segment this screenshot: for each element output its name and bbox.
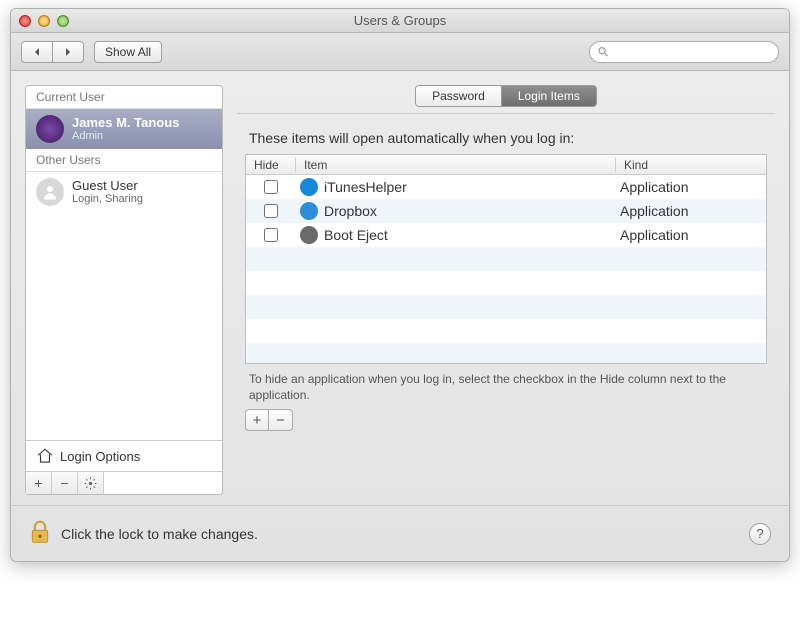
login-items-table: Hide Item Kind iTunesHelperApplicationDr… xyxy=(245,154,767,364)
app-icon xyxy=(300,226,318,244)
lock-button[interactable] xyxy=(29,520,51,547)
lock-icon xyxy=(29,520,51,544)
table-row[interactable]: Dropbox Application xyxy=(246,199,766,223)
nav-buttons xyxy=(21,41,84,63)
add-user-button[interactable]: + xyxy=(26,472,52,494)
app-icon xyxy=(300,202,318,220)
tab-login-items[interactable]: Login Items xyxy=(502,86,596,106)
other-users-header: Other Users xyxy=(26,149,222,172)
home-icon xyxy=(36,447,54,465)
login-options-label: Login Options xyxy=(60,449,140,464)
users-sidebar: Current User James M. Tanous Admin Other… xyxy=(25,85,223,495)
table-row xyxy=(246,271,766,295)
table-row xyxy=(246,247,766,271)
table-row xyxy=(246,343,766,364)
login-options-button[interactable]: Login Options xyxy=(26,440,222,471)
gear-icon xyxy=(84,477,97,490)
col-hide[interactable]: Hide xyxy=(246,158,296,172)
titlebar: Users & Groups xyxy=(11,9,789,33)
search-input[interactable] xyxy=(614,45,770,59)
table-body: iTunesHelper Application Dropbox Applicatio… xyxy=(246,175,766,364)
user-role: Login, Sharing xyxy=(72,193,143,205)
footer: Click the lock to make changes. ? xyxy=(11,505,789,561)
user-role: Admin xyxy=(72,130,179,142)
item-kind: Application xyxy=(616,179,766,195)
hide-checkbox[interactable] xyxy=(264,180,278,194)
preferences-window: Users & Groups Show All Current User xyxy=(10,8,790,562)
show-all-button[interactable]: Show All xyxy=(94,41,162,63)
window-title: Users & Groups xyxy=(11,13,789,28)
table-row xyxy=(246,295,766,319)
search-field[interactable] xyxy=(589,41,779,63)
remove-login-item-button[interactable]: − xyxy=(269,409,293,431)
forward-button[interactable] xyxy=(53,41,84,63)
remove-user-button[interactable]: − xyxy=(52,472,78,494)
login-items-intro: These items will open automatically when… xyxy=(245,130,767,146)
user-name: James M. Tanous xyxy=(72,116,179,130)
current-user-header: Current User xyxy=(26,86,222,109)
main-panel: Password Login Items These items will op… xyxy=(237,85,775,495)
app-icon xyxy=(300,178,318,196)
back-button[interactable] xyxy=(21,41,53,63)
lock-message: Click the lock to make changes. xyxy=(61,526,739,542)
user-action-menu-button[interactable] xyxy=(78,472,104,494)
item-name: Dropbox xyxy=(324,203,377,219)
help-button[interactable]: ? xyxy=(749,523,771,545)
item-name: Boot Eject xyxy=(324,227,388,243)
sidebar-user-guest[interactable]: Guest User Login, Sharing xyxy=(26,172,222,212)
toolbar: Show All xyxy=(11,33,789,71)
item-name: iTunesHelper xyxy=(324,179,407,195)
table-row xyxy=(246,319,766,343)
guest-avatar-icon xyxy=(36,178,64,206)
col-item[interactable]: Item xyxy=(296,158,616,172)
item-kind: Application xyxy=(616,227,766,243)
user-avatar-icon xyxy=(36,115,64,143)
login-item-actions: + − xyxy=(245,409,767,431)
content-area: Current User James M. Tanous Admin Other… xyxy=(11,71,789,505)
sidebar-actions: + − xyxy=(26,471,222,494)
table-header: Hide Item Kind xyxy=(246,155,766,175)
item-kind: Application xyxy=(616,203,766,219)
hide-checkbox[interactable] xyxy=(264,228,278,242)
chevron-left-icon xyxy=(32,47,42,57)
tab-password[interactable]: Password xyxy=(416,86,502,106)
sidebar-user-current[interactable]: James M. Tanous Admin xyxy=(26,109,222,149)
settings-tabs: Password Login Items xyxy=(415,85,597,107)
add-login-item-button[interactable]: + xyxy=(245,409,269,431)
chevron-right-icon xyxy=(63,47,73,57)
table-row[interactable]: iTunesHelper Application xyxy=(246,175,766,199)
col-kind[interactable]: Kind xyxy=(616,158,766,172)
search-icon xyxy=(598,46,609,58)
user-name: Guest User xyxy=(72,179,143,193)
hide-hint: To hide an application when you log in, … xyxy=(245,372,767,403)
table-row[interactable]: Boot Eject Application xyxy=(246,223,766,247)
hide-checkbox[interactable] xyxy=(264,204,278,218)
